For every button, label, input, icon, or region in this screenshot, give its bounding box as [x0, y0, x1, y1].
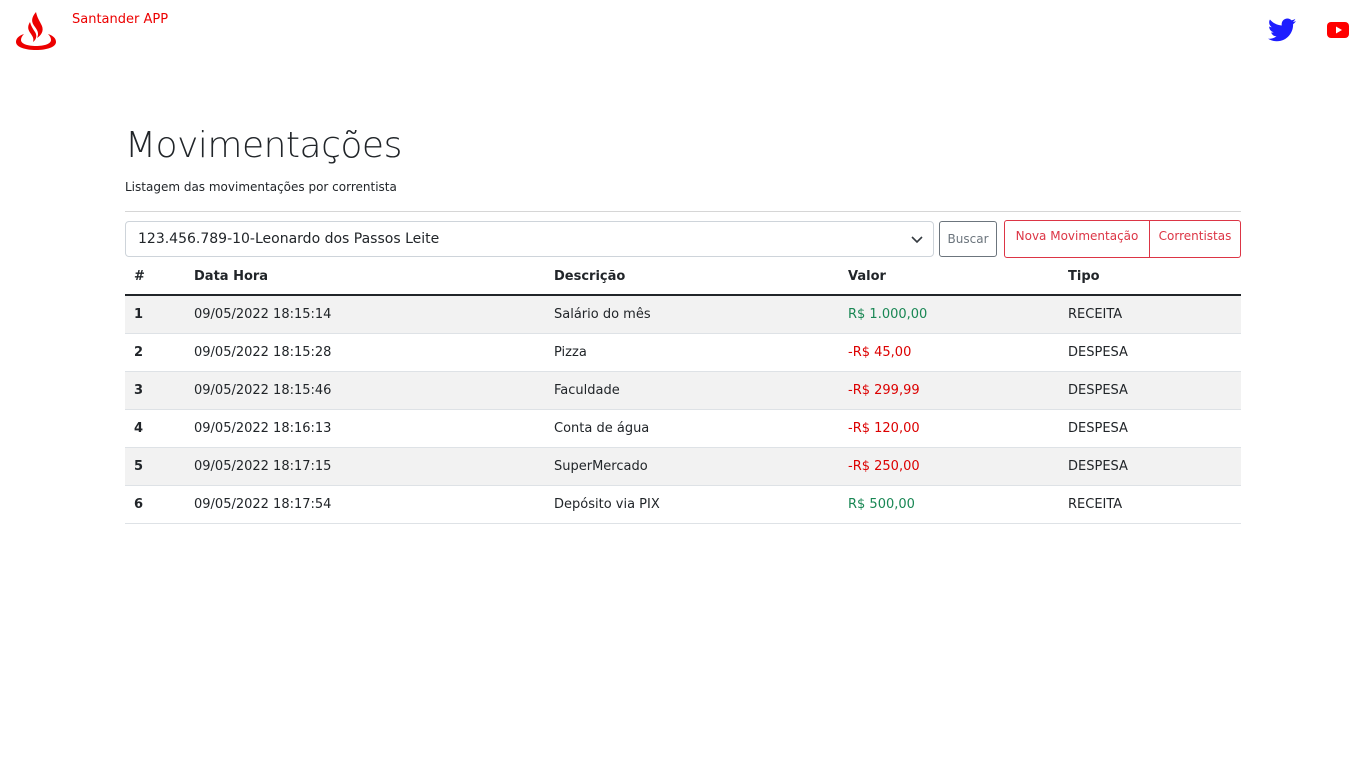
account-select-value: 123.456.789-10-Leonardo dos Passos Leite — [138, 231, 440, 247]
table-row: 6 09/05/2022 18:17:54 Depósito via PIX R… — [125, 485, 1241, 524]
action-button-group: Nova Movimentação Correntistas — [1004, 220, 1241, 258]
row-datetime: 09/05/2022 18:15:14 — [185, 295, 545, 334]
page-subtitle: Listagem das movimentações por correntis… — [125, 180, 397, 194]
row-datetime: 09/05/2022 18:15:28 — [185, 333, 545, 372]
row-description: Conta de água — [545, 409, 839, 448]
search-button[interactable]: Buscar — [939, 221, 997, 257]
row-value: R$ 1.000,00 — [839, 295, 1059, 334]
row-description: Pizza — [545, 333, 839, 372]
row-datetime: 09/05/2022 18:17:54 — [185, 485, 545, 524]
table-row: 3 09/05/2022 18:15:46 Faculdade -R$ 299,… — [125, 371, 1241, 410]
row-index: 1 — [125, 295, 185, 334]
row-value: -R$ 120,00 — [839, 409, 1059, 448]
row-datetime: 09/05/2022 18:16:13 — [185, 409, 545, 448]
row-value: -R$ 299,99 — [839, 371, 1059, 410]
table-header-row: # Data Hora Descrição Valor Tipo — [125, 258, 1241, 296]
main-content: Movimentações Listagem das movimentações… — [125, 124, 1241, 524]
account-select[interactable]: 123.456.789-10-Leonardo dos Passos Leite — [125, 221, 935, 257]
row-index: 5 — [125, 447, 185, 486]
row-description: Salário do mês — [545, 295, 839, 334]
row-description: Faculdade — [545, 371, 839, 410]
row-description: Depósito via PIX — [545, 485, 839, 524]
row-datetime: 09/05/2022 18:15:46 — [185, 371, 545, 410]
header-index: # — [125, 258, 185, 296]
row-index: 4 — [125, 409, 185, 448]
row-index: 3 — [125, 371, 185, 410]
brand-name: Santander APP — [72, 11, 169, 27]
row-value: -R$ 45,00 — [839, 333, 1059, 372]
row-description: SuperMercado — [545, 447, 839, 486]
row-type: RECEITA — [1059, 485, 1241, 524]
row-value: R$ 500,00 — [839, 485, 1059, 524]
row-value: -R$ 250,00 — [839, 447, 1059, 486]
table-row: 5 09/05/2022 18:17:15 SuperMercado -R$ 2… — [125, 447, 1241, 486]
table-row: 4 09/05/2022 18:16:13 Conta de água -R$ … — [125, 409, 1241, 448]
brand-link[interactable]: Santander APP — [14, 10, 168, 50]
header-datetime: Data Hora — [185, 258, 545, 296]
movements-table: # Data Hora Descrição Valor Tipo 1 09/05… — [125, 258, 1241, 524]
header-type: Tipo — [1059, 258, 1241, 296]
santander-flame-logo-icon — [16, 12, 56, 50]
header-value: Valor — [839, 258, 1059, 296]
header-description: Descrição — [545, 258, 839, 296]
row-type: RECEITA — [1059, 295, 1241, 334]
twitter-icon[interactable] — [1268, 18, 1296, 42]
table-row: 1 09/05/2022 18:15:14 Salário do mês R$ … — [125, 295, 1241, 334]
chevron-down-icon — [911, 236, 923, 244]
row-datetime: 09/05/2022 18:17:15 — [185, 447, 545, 486]
page-title: Movimentações — [125, 125, 402, 166]
row-type: DESPESA — [1059, 333, 1241, 372]
filter-bar: 123.456.789-10-Leonardo dos Passos Leite… — [125, 220, 1241, 258]
divider — [125, 211, 1241, 212]
youtube-icon[interactable] — [1327, 22, 1349, 38]
table-row: 2 09/05/2022 18:15:28 Pizza -R$ 45,00 DE… — [125, 333, 1241, 372]
row-index: 2 — [125, 333, 185, 372]
row-index: 6 — [125, 485, 185, 524]
account-holders-button[interactable]: Correntistas — [1150, 220, 1241, 258]
navbar: Santander APP — [0, 0, 1366, 62]
new-movement-button[interactable]: Nova Movimentação — [1004, 220, 1150, 258]
row-type: DESPESA — [1059, 447, 1241, 486]
row-type: DESPESA — [1059, 371, 1241, 410]
row-type: DESPESA — [1059, 409, 1241, 448]
